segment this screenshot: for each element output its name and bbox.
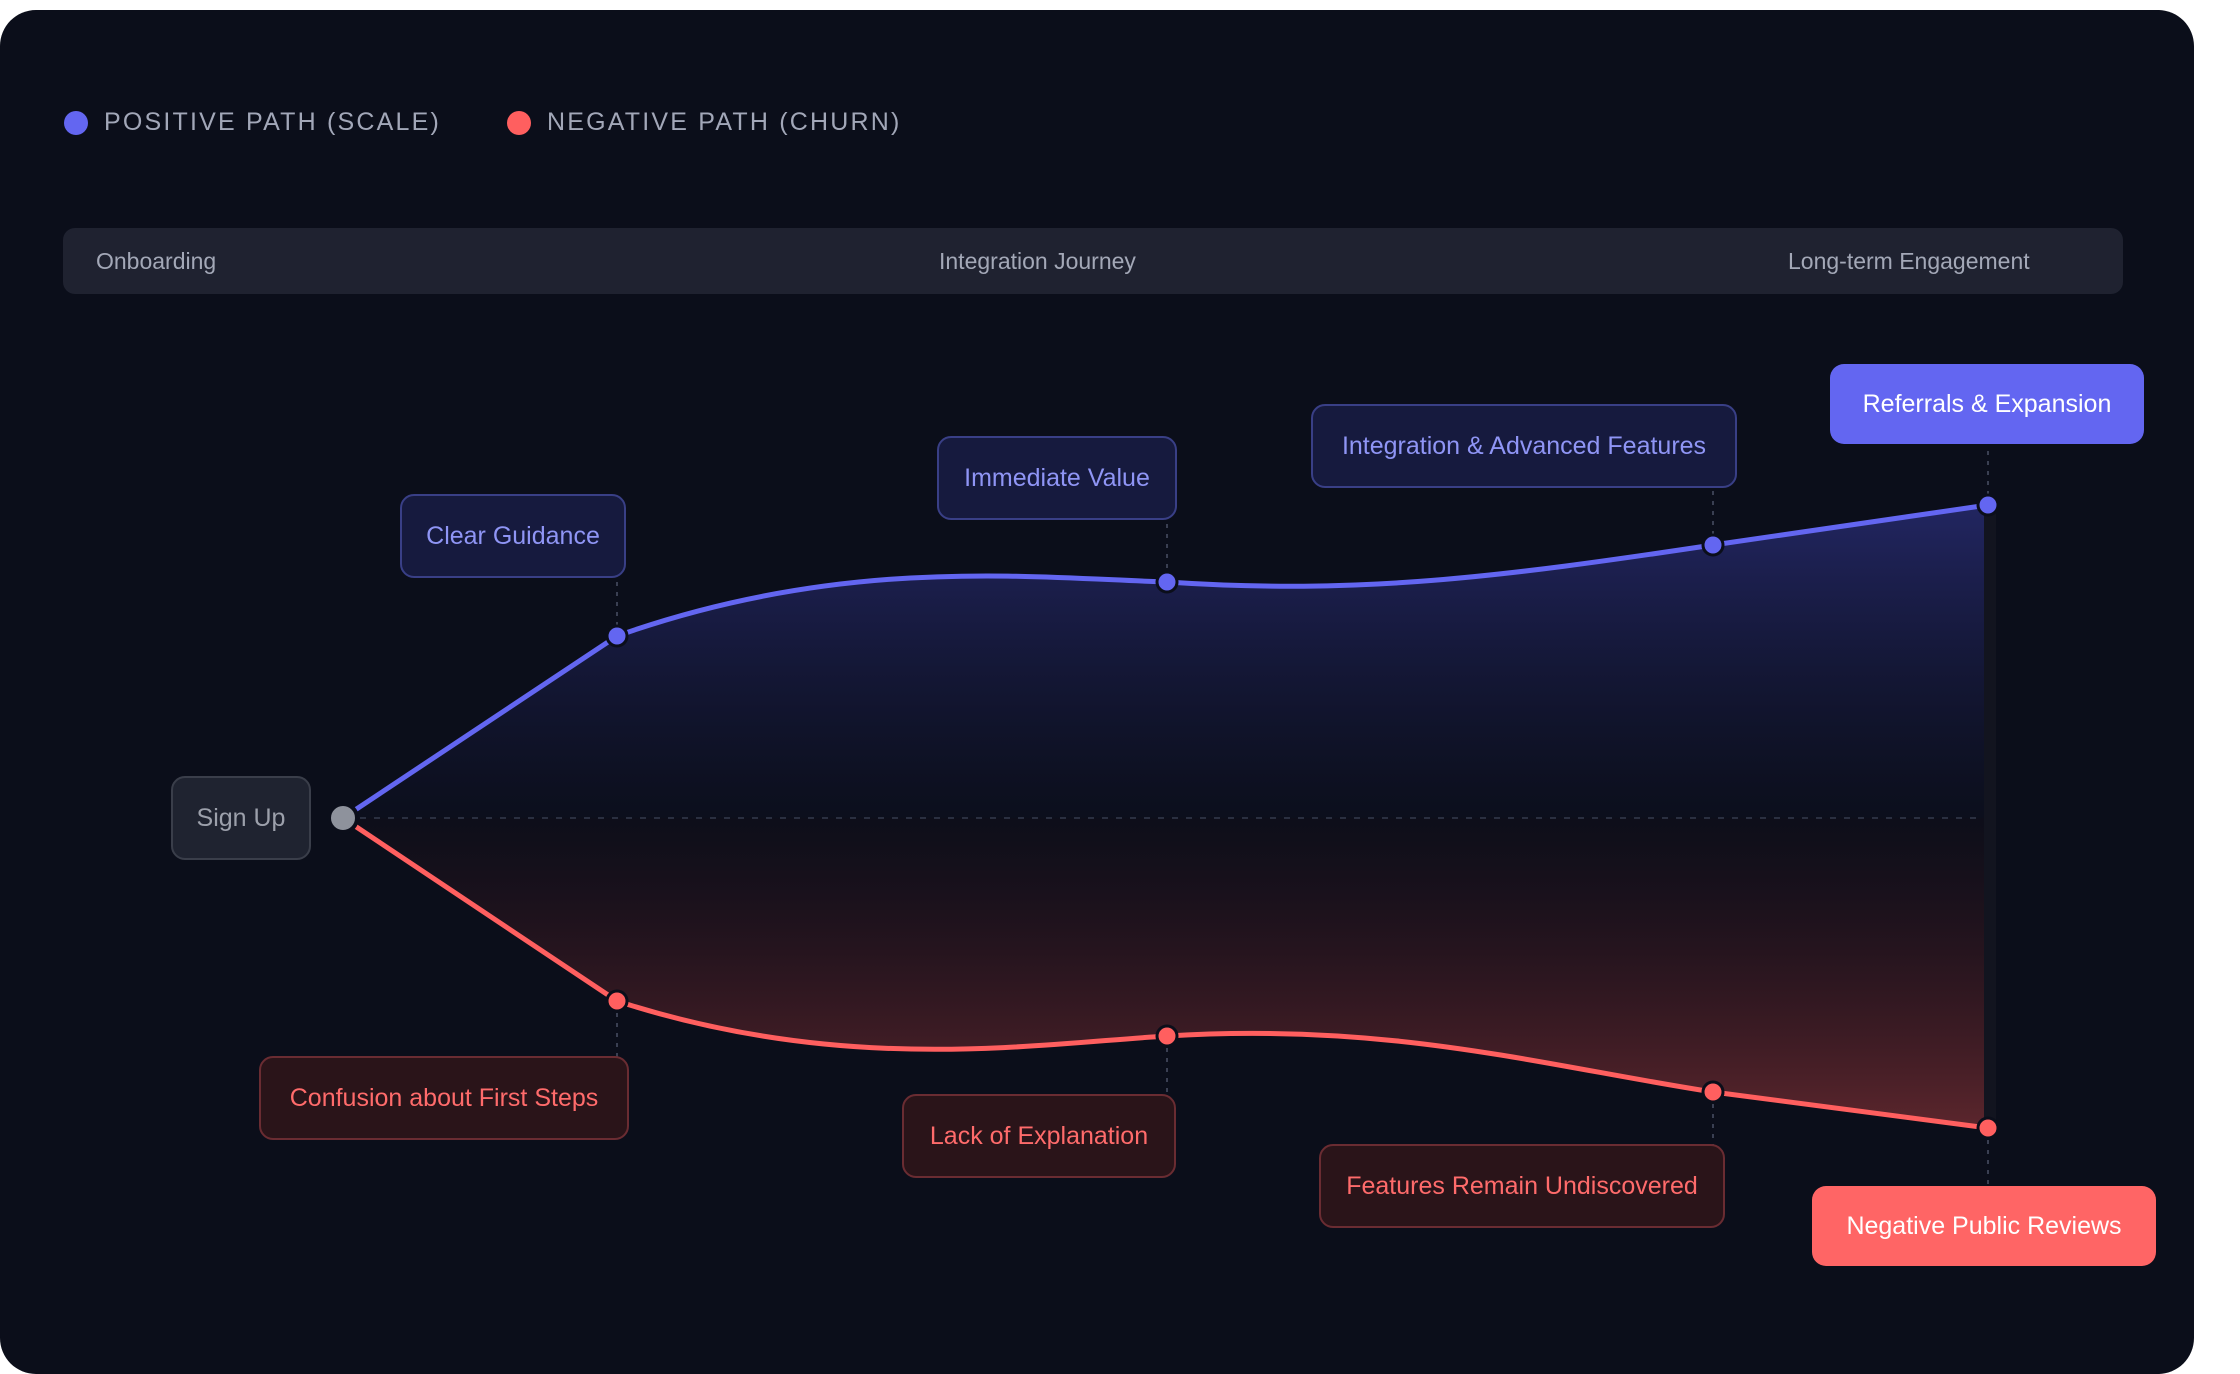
node-clear-guidance[interactable]: Clear Guidance: [400, 494, 626, 578]
point-immediate-value: [1155, 570, 1179, 594]
point-lack-explanation: [1155, 1024, 1179, 1048]
point-integration: [1701, 533, 1725, 557]
journey-card: POSITIVE PATH (SCALE) NEGATIVE PATH (CHU…: [0, 10, 2194, 1374]
node-sign-up[interactable]: Sign Up: [171, 776, 311, 860]
node-features-undiscovered[interactable]: Features Remain Undiscovered: [1319, 1144, 1725, 1228]
node-immediate-value[interactable]: Immediate Value: [937, 436, 1177, 520]
node-confusion-first-steps[interactable]: Confusion about First Steps: [259, 1056, 629, 1140]
node-negative-public-reviews[interactable]: Negative Public Reviews: [1812, 1186, 2156, 1266]
node-referrals-expansion[interactable]: Referrals & Expansion: [1830, 364, 2144, 444]
node-lack-of-explanation[interactable]: Lack of Explanation: [902, 1094, 1176, 1178]
point-features-undiscovered: [1701, 1080, 1725, 1104]
node-integration-advanced-features[interactable]: Integration & Advanced Features: [1311, 404, 1737, 488]
point-clear-guidance: [605, 624, 629, 648]
point-confusion: [605, 989, 629, 1013]
point-sign-up: [327, 802, 359, 834]
point-negative-reviews: [1976, 1116, 2000, 1140]
point-referrals: [1976, 493, 2000, 517]
